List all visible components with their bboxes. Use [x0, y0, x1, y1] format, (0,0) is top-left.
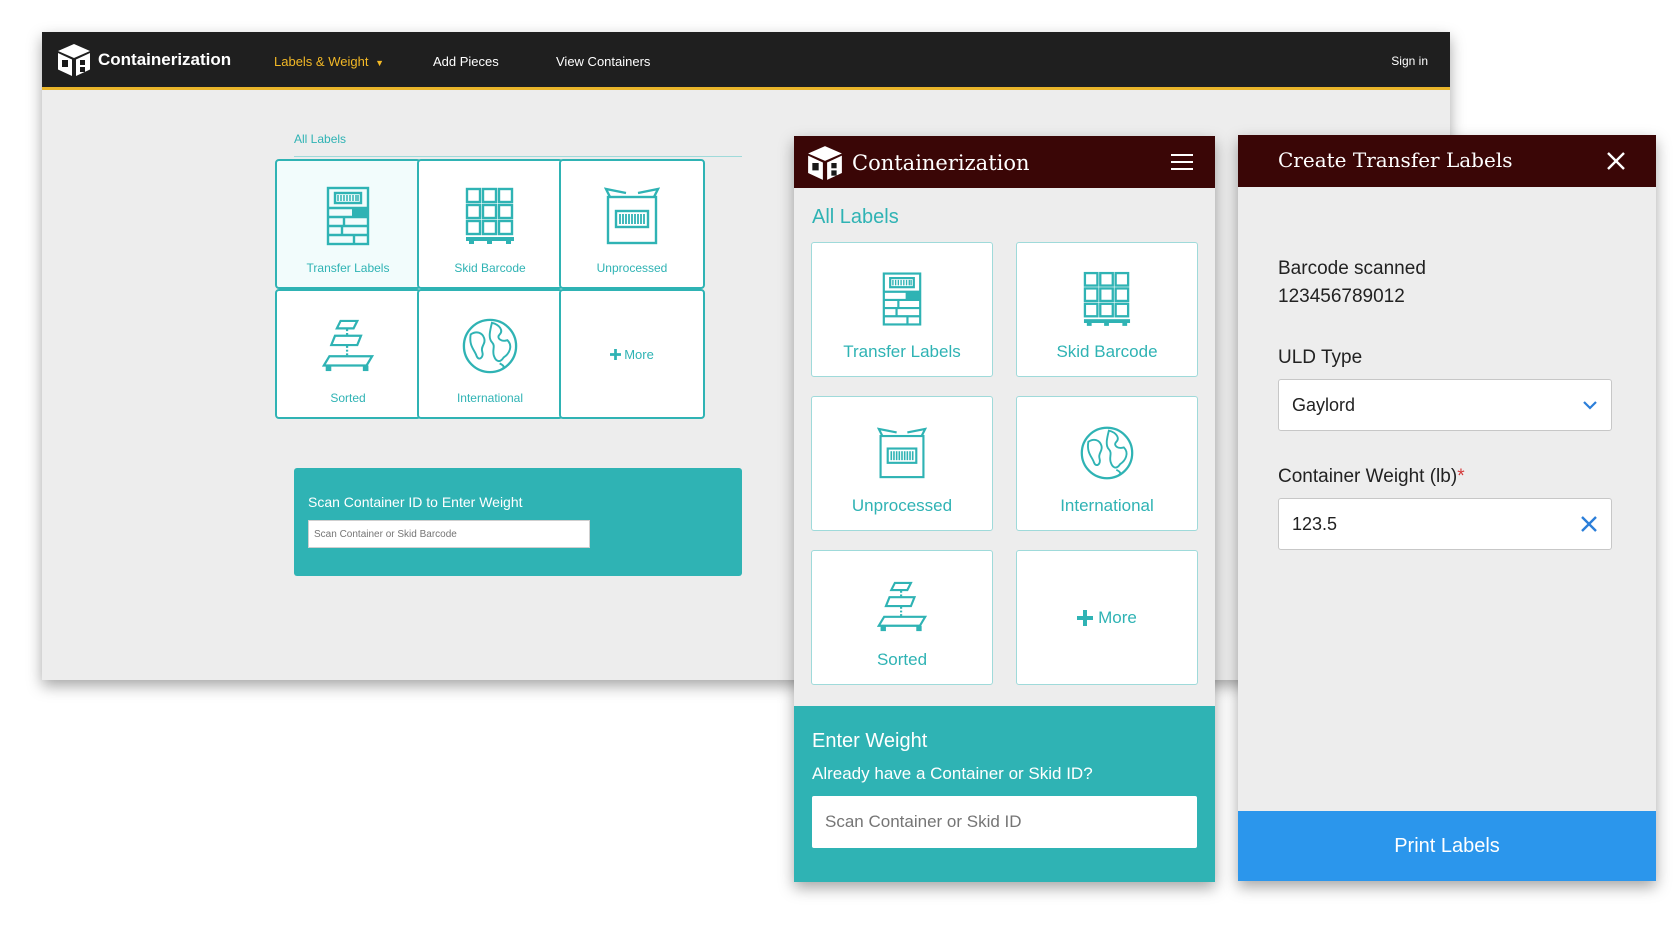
unprocessed-box-icon [604, 187, 660, 245]
tile-unprocessed[interactable]: Unprocessed [811, 396, 993, 531]
tile-more[interactable]: More [1016, 550, 1198, 685]
scan-container-input[interactable] [812, 796, 1197, 848]
globe-icon [461, 317, 519, 375]
dialog-title: Create Transfer Labels [1278, 148, 1513, 172]
globe-icon [1079, 425, 1135, 481]
container-weight-input[interactable]: 123.5 [1278, 498, 1612, 550]
dialog-header: Create Transfer Labels [1238, 135, 1656, 187]
tile-unprocessed[interactable]: Unprocessed [559, 159, 705, 289]
mobile-brand-text: Containerization [852, 151, 1030, 175]
tile-sorted[interactable]: Sorted [811, 550, 993, 685]
tile-sorted[interactable]: Sorted [275, 289, 421, 419]
enter-weight-panel: Enter Weight Already have a Container or… [794, 706, 1215, 882]
enter-weight-title: Enter Weight [812, 730, 928, 752]
tile-label: Transfer Labels [843, 342, 961, 361]
tile-transfer-labels[interactable]: Transfer Labels [811, 242, 993, 377]
container-weight-label: Container Weight (lb)* [1278, 466, 1465, 488]
plus-icon [1077, 610, 1093, 626]
mobile-brand[interactable]: Containerization [806, 144, 1030, 182]
tile-label: More [624, 346, 654, 362]
enter-weight-subtitle: Already have a Container or Skid ID? [812, 764, 1093, 783]
scan-panel-title: Scan Container ID to Enter Weight [308, 494, 523, 510]
transfer-labels-icon [326, 186, 370, 246]
menu-labels-weight[interactable]: Labels & Weight ▼ [274, 54, 384, 69]
container-weight-label-text: Container Weight (lb) [1278, 466, 1458, 487]
mobile-navbar: Containerization [794, 136, 1215, 188]
uld-type-select[interactable]: Gaylord [1278, 379, 1612, 431]
container-weight-value: 123.5 [1292, 513, 1338, 534]
uld-type-value: Gaylord [1292, 394, 1356, 415]
desktop-navbar: Containerization Labels & Weight ▼ Add P… [42, 32, 1450, 90]
tile-label: Unprocessed [851, 496, 953, 515]
caret-down-icon: ▼ [375, 58, 384, 68]
tile-skid-barcode[interactable]: Skid Barcode [1016, 242, 1198, 377]
tile-label: Unprocessed [596, 261, 668, 275]
menu-view-containers[interactable]: View Containers [556, 54, 650, 69]
desktop-brand-text: Containerization [98, 50, 232, 69]
sorted-stack-icon [877, 580, 927, 634]
print-labels-button[interactable]: Print Labels [1238, 811, 1656, 881]
mobile-window: Containerization All Labels Transfer Lab… [794, 136, 1215, 882]
tile-label: Transfer Labels [306, 261, 390, 275]
close-icon[interactable] [1606, 151, 1626, 171]
create-transfer-labels-dialog: Create Transfer Labels Barcode scanned 1… [1238, 135, 1656, 881]
skid-barcode-icon [465, 187, 515, 245]
tile-label: Sorted [876, 650, 928, 669]
uld-type-label: ULD Type [1278, 347, 1363, 368]
desktop-brand[interactable]: Containerization [56, 42, 231, 78]
tile-skid-barcode[interactable]: Skid Barcode [417, 159, 563, 289]
barcode-scanned-label: Barcode scanned [1278, 258, 1426, 279]
tile-label: Skid Barcode [454, 261, 526, 275]
scan-container-input[interactable] [308, 520, 590, 548]
desktop-section-title: All Labels [294, 132, 347, 146]
sorted-stack-icon [322, 318, 374, 374]
menu-add-pieces[interactable]: Add Pieces [433, 54, 499, 69]
tile-more[interactable]: More [559, 289, 705, 419]
sign-in-link[interactable]: Sign in [1391, 54, 1428, 68]
tile-label: International [456, 391, 524, 405]
mobile-section-title: All Labels [812, 206, 899, 228]
required-mark: * [1457, 466, 1465, 487]
unprocessed-box-icon [877, 425, 927, 481]
tile-international[interactable]: International [417, 289, 563, 419]
scan-container-panel: Scan Container ID to Enter Weight [294, 468, 742, 576]
chevron-down-icon [1583, 401, 1597, 410]
tile-label: Sorted [330, 391, 366, 405]
skid-barcode-icon [1083, 271, 1131, 327]
tile-international[interactable]: International [1016, 396, 1198, 531]
transfer-labels-icon [882, 271, 922, 327]
divider [294, 156, 742, 157]
container-cube-icon [56, 42, 92, 78]
plus-icon [610, 349, 621, 360]
container-cube-icon [806, 144, 844, 182]
tile-label: Skid Barcode [1056, 342, 1158, 361]
hamburger-menu-icon[interactable] [1171, 154, 1193, 170]
tile-label: More [1098, 607, 1137, 627]
tile-label: International [1060, 496, 1154, 515]
barcode-scanned-value: 123456789012 [1278, 286, 1405, 307]
tile-transfer-labels[interactable]: Transfer Labels [275, 159, 421, 289]
menu-labels-weight-label: Labels & Weight [274, 54, 369, 69]
clear-x-icon[interactable] [1580, 515, 1598, 533]
